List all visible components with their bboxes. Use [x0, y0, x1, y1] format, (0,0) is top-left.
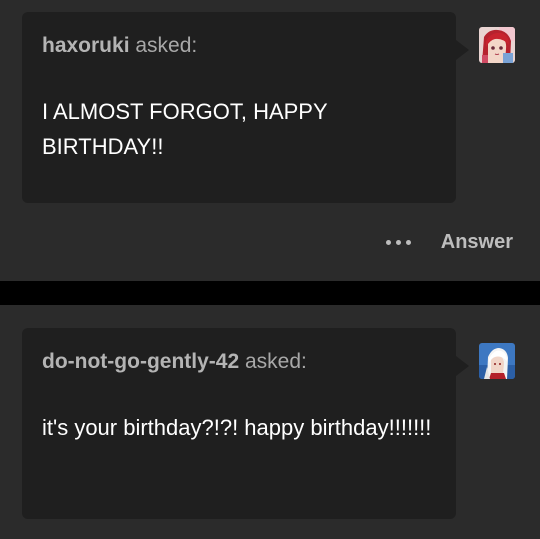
question-text: I ALMOST FORGOT, HAPPY BIRTHDAY!!: [42, 99, 328, 159]
more-options-icon[interactable]: [385, 239, 411, 245]
answer-button[interactable]: Answer: [441, 231, 513, 254]
bubble-tail: [456, 356, 469, 376]
anime-girl-red-hair-avatar-image: [479, 27, 515, 63]
asked-label: asked:: [135, 34, 198, 57]
asker-name[interactable]: haxoruki: [42, 34, 130, 57]
dot: [395, 239, 401, 245]
question-text: it's your birthday?!?! happy birthday!!!…: [42, 415, 432, 440]
ask-bubble: haxoruki asked: I ALMOST FORGOT, HAPPY B…: [22, 12, 469, 203]
bubble-tail: [456, 40, 469, 60]
dot: [405, 239, 411, 245]
asker-avatar[interactable]: [479, 343, 515, 379]
asked-label: asked:: [244, 350, 307, 373]
ask-bubble: do-not-go-gently-42 asked: it's your bir…: [22, 328, 469, 519]
ask-post: haxoruki asked: I ALMOST FORGOT, HAPPY B…: [0, 0, 540, 281]
ask-post: do-not-go-gently-42 asked: it's your bir…: [0, 305, 540, 539]
dot: [385, 239, 391, 245]
asker-name[interactable]: do-not-go-gently-42: [42, 350, 239, 373]
asker-avatar[interactable]: [479, 27, 515, 63]
anime-character-white-hair-avatar-image: [479, 343, 515, 379]
post-footer: Answer: [385, 228, 513, 256]
asker-line: haxoruki asked:: [42, 34, 197, 58]
asker-line: do-not-go-gently-42 asked:: [42, 350, 307, 374]
